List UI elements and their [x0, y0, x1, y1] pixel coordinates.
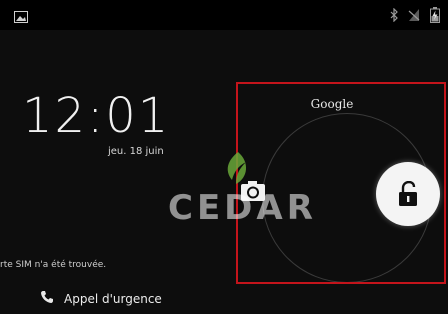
image-notification-icon: [14, 8, 28, 23]
unlock-handle[interactable]: [376, 162, 440, 226]
signal-off-icon: [408, 8, 420, 22]
battery-charging-icon: [430, 7, 440, 23]
lockscreen-date: jeu. 18 juin: [108, 146, 164, 157]
lock-screen: 12:01 jeu. 18 juin rte SIM n'a été trouv…: [0, 0, 448, 314]
camera-icon[interactable]: [240, 180, 266, 202]
emergency-call-label: Appel d'urgence: [64, 291, 162, 306]
bluetooth-icon: [390, 8, 398, 22]
google-search-target[interactable]: Google: [300, 97, 364, 111]
sim-status-text: rte SIM n'a été trouvée.: [0, 260, 107, 270]
emergency-call-button[interactable]: Appel d'urgence: [40, 289, 162, 308]
status-icons: [390, 7, 440, 23]
lockscreen-clock: 12:01: [22, 88, 171, 144]
unlock-padlock-icon: [399, 181, 417, 206]
status-bar: [0, 0, 448, 30]
phone-icon: [40, 289, 54, 308]
